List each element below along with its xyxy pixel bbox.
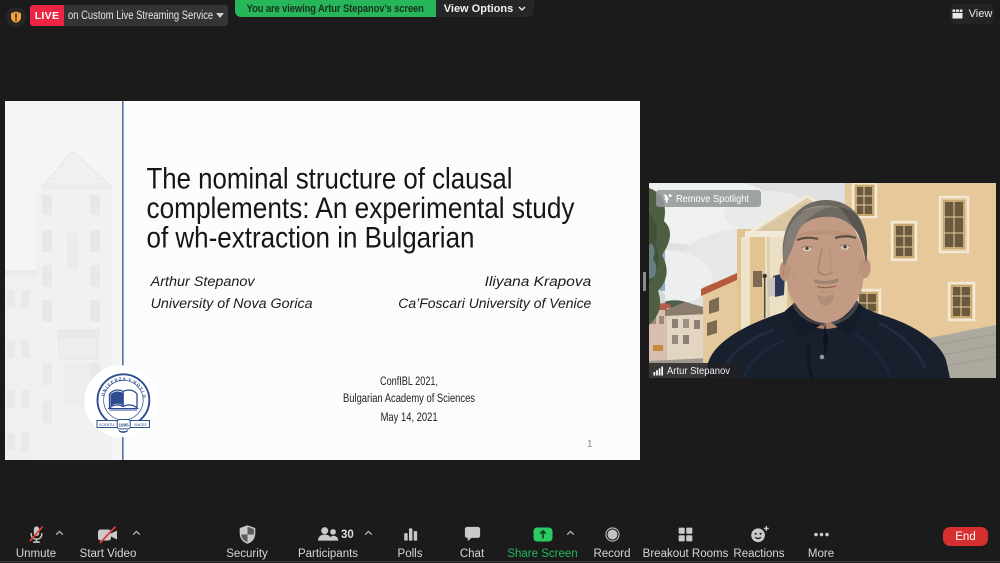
svg-text:VINCES: VINCES xyxy=(134,423,147,427)
svg-text:Arthur Stepanov: Arthur Stepanov xyxy=(150,274,256,290)
svg-text:1995: 1995 xyxy=(118,423,129,428)
svg-text:ConfIBL 2021,: ConfIBL 2021, xyxy=(380,374,438,388)
svg-text:Bulgarian Academy of Sciences: Bulgarian Academy of Sciences xyxy=(343,391,475,405)
svg-text:of wh-extraction in Bulgarian: of wh-extraction in Bulgarian xyxy=(147,222,475,255)
svg-text:The nominal structure of claus: The nominal structure of clausal xyxy=(147,163,513,196)
svg-text:Iliyana Krapova: Iliyana Krapova xyxy=(485,274,592,290)
svg-text:complements: An experimental s: complements: An experimental study xyxy=(147,192,575,225)
svg-text:May 14, 2021: May 14, 2021 xyxy=(381,410,438,424)
svg-text:1: 1 xyxy=(587,439,593,450)
svg-text:Ca’Foscari University of Venic: Ca’Foscari University of Venice xyxy=(398,296,591,312)
svg-text:SCIENTIA: SCIENTIA xyxy=(99,423,115,427)
svg-text:University of Nova Gorica: University of Nova Gorica xyxy=(151,296,313,312)
